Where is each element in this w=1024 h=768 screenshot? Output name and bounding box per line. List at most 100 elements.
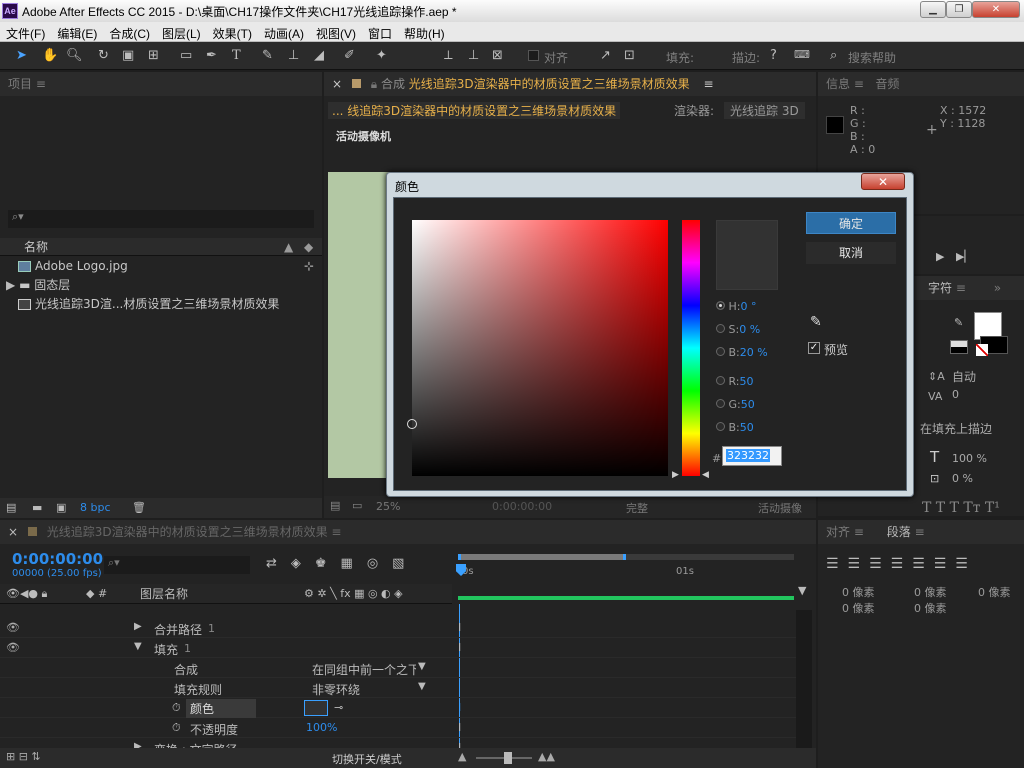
close-button[interactable]: ✕ bbox=[972, 1, 1020, 18]
camera-tool-icon[interactable]: ▣ bbox=[122, 48, 134, 63]
chevron-down-icon[interactable]: ▼ bbox=[418, 661, 426, 672]
type-tool-icon[interactable]: T bbox=[232, 48, 241, 63]
zoom-in-icon[interactable]: ▲▲ bbox=[538, 750, 555, 763]
snap-icon[interactable]: ↗ bbox=[600, 48, 611, 63]
breadcrumb[interactable]: ... 线追踪3D渲染器中的材质设置之三维场景材质效果 bbox=[328, 102, 621, 119]
color-picker-circle[interactable] bbox=[407, 419, 417, 429]
blue-value[interactable]: 50 bbox=[740, 421, 754, 434]
project-item[interactable]: ▶ ▬ 固态层 bbox=[0, 275, 322, 295]
dialog-close-button[interactable]: ✕ bbox=[861, 173, 905, 190]
blue-row[interactable]: B:50 bbox=[716, 421, 796, 437]
project-item[interactable]: 光线追踪3D渲...材质设置之三维场景材质效果 bbox=[0, 294, 322, 314]
ok-button[interactable]: 确定 bbox=[806, 212, 896, 234]
s-value[interactable]: 0 % bbox=[739, 323, 760, 336]
black-white-swatch[interactable] bbox=[950, 340, 968, 354]
stopwatch-icon[interactable]: ⏱︎ bbox=[172, 701, 181, 715]
snap-grid-icon[interactable]: ⊡ bbox=[624, 48, 635, 63]
puppet-tool-icon[interactable]: ✦ bbox=[376, 48, 387, 63]
interpret-footage-icon[interactable]: ▤ bbox=[6, 501, 16, 514]
preview-checkbox[interactable]: ✓ bbox=[808, 342, 820, 354]
zoom-select[interactable]: 25% bbox=[376, 500, 400, 513]
view-axis-icon[interactable]: ⊠ bbox=[492, 48, 503, 63]
new-comp-icon[interactable]: ▣ bbox=[56, 501, 66, 514]
space-after-value[interactable]: 0 像素 bbox=[914, 600, 947, 616]
text-style-icons[interactable]: T T T Tт T¹ bbox=[922, 500, 1000, 516]
keyboard-icon[interactable]: ⌨ bbox=[794, 48, 810, 61]
r-radio[interactable] bbox=[716, 376, 725, 385]
paragraph-align-buttons[interactable]: ☰☰☰☰☰☰☰ bbox=[826, 556, 977, 572]
timeline-scrollbar[interactable] bbox=[796, 610, 812, 750]
space-before-value[interactable]: 0 像素 bbox=[842, 600, 875, 616]
comp-tab-name[interactable]: 光线追踪3D渲染器中的材质设置之三维场景材质效果 bbox=[409, 77, 690, 91]
expand-arrow-icon[interactable]: ▶ bbox=[6, 278, 15, 292]
s-row[interactable]: S:0 % bbox=[716, 323, 796, 339]
panel-menu-icon[interactable]: ≡ bbox=[704, 77, 714, 91]
footer-icons[interactable]: ⊞ ⊟ ⇅ bbox=[6, 750, 41, 763]
h-value[interactable]: 0 ° bbox=[740, 300, 756, 313]
b-value[interactable]: 20 % bbox=[740, 346, 768, 359]
chevron-down-icon[interactable]: ▼ bbox=[418, 681, 426, 692]
work-area-range[interactable] bbox=[458, 554, 626, 560]
project-column-header[interactable]: 名称 ▲ ◆ bbox=[0, 238, 322, 256]
align-tab[interactable]: 对齐 bbox=[826, 525, 850, 539]
indent-first-value[interactable]: 0 像素 bbox=[978, 584, 1011, 600]
s-radio[interactable] bbox=[716, 324, 725, 333]
info-tab[interactable]: 信息 bbox=[826, 77, 850, 91]
selection-tool-icon[interactable]: ➤ bbox=[16, 48, 27, 63]
hue-arrow-right[interactable]: ◀ bbox=[702, 470, 709, 480]
hex-input[interactable]: 323232 bbox=[722, 446, 782, 466]
brush-tool-icon[interactable]: ✎ bbox=[262, 48, 273, 63]
time-ruler[interactable]: 0s 01s bbox=[452, 552, 796, 604]
indent-left-value[interactable]: 0 像素 bbox=[842, 584, 875, 600]
vertical-scale-value[interactable]: 100 % bbox=[952, 452, 987, 465]
eye-icon[interactable]: 👁︎ bbox=[6, 641, 20, 654]
eye-icon[interactable]: 👁︎ bbox=[6, 621, 20, 634]
h-row[interactable]: H:0 ° bbox=[716, 300, 796, 316]
project-search[interactable]: ⌕▾ bbox=[8, 210, 314, 228]
layer-row[interactable]: 合成 在同组中前一个之下 ▼ bbox=[0, 658, 796, 678]
comp-time[interactable]: 0:00:00:00 bbox=[492, 500, 552, 513]
blue-radio[interactable] bbox=[716, 422, 725, 431]
hand-tool-icon[interactable]: ✋ bbox=[42, 48, 58, 63]
roto-brush-tool-icon[interactable]: ✐ bbox=[344, 48, 355, 63]
twirl-arrow[interactable]: ▼ bbox=[134, 641, 142, 652]
align-checkbox[interactable] bbox=[528, 50, 539, 61]
twirl-arrow[interactable]: ▶ bbox=[134, 621, 142, 632]
saturation-brightness-field[interactable] bbox=[407, 220, 668, 476]
timeline-switch-icons[interactable]: ⇄◈♚▦◎▧ bbox=[266, 556, 418, 571]
menu-layer[interactable]: 图层(L) bbox=[156, 22, 207, 42]
baseline-value[interactable]: 0 % bbox=[952, 472, 973, 485]
indent-right-value[interactable]: 0 像素 bbox=[914, 584, 947, 600]
paragraph-tab[interactable]: 段落 bbox=[887, 525, 911, 539]
close-tab-icon[interactable]: × bbox=[8, 525, 18, 539]
menu-effect[interactable]: 效果(T) bbox=[207, 22, 258, 42]
eyedropper-icon[interactable]: ✎ bbox=[810, 314, 822, 330]
opacity-value[interactable]: 100% bbox=[306, 721, 337, 734]
tracking-value[interactable]: 0 bbox=[952, 388, 959, 401]
timeline-tab-name[interactable]: 光线追踪3D渲染器中的材质设置之三维场景材质效果 bbox=[47, 525, 328, 539]
g-row[interactable]: G:50 bbox=[716, 398, 796, 414]
local-axis-icon[interactable]: ⟂ bbox=[444, 48, 453, 63]
pen-tool-icon[interactable]: ✒ bbox=[206, 48, 217, 63]
menu-file[interactable]: 文件(F) bbox=[0, 22, 51, 42]
layer-row[interactable]: 👁︎ ▶ 合并路径 1 I bbox=[0, 618, 796, 638]
cancel-button[interactable]: 取消 bbox=[806, 242, 896, 264]
b-row[interactable]: B:20 % bbox=[716, 346, 796, 362]
close-tab-icon[interactable]: × bbox=[332, 77, 342, 91]
quality-select[interactable]: 完整 bbox=[626, 500, 648, 516]
menu-animation[interactable]: 动画(A) bbox=[258, 22, 310, 42]
timeline-search[interactable]: ⌕▾ bbox=[104, 556, 250, 574]
new-folder-icon[interactable]: ▬ bbox=[32, 501, 42, 514]
layer-row[interactable]: ⏱︎ 不透明度 100% I bbox=[0, 718, 796, 738]
snapshot-icon[interactable]: ▤ bbox=[330, 499, 340, 512]
fill-rule-select[interactable]: 非零环绕 bbox=[312, 681, 360, 698]
audio-tab[interactable]: 音频 bbox=[875, 77, 899, 91]
composite-select[interactable]: 在同组中前一个之下 bbox=[312, 661, 416, 678]
zoom-out-icon[interactable]: ▲ bbox=[458, 750, 466, 763]
r-row[interactable]: R:50 bbox=[716, 375, 796, 391]
world-axis-icon[interactable]: ⊥ bbox=[468, 48, 479, 63]
clone-stamp-tool-icon[interactable]: ⊥ bbox=[288, 48, 299, 63]
lock-icon[interactable]: 🔒︎ bbox=[371, 77, 377, 91]
menu-composition[interactable]: 合成(C) bbox=[103, 22, 156, 42]
stroke-mode-select[interactable]: 在填充上描边 bbox=[920, 420, 992, 437]
